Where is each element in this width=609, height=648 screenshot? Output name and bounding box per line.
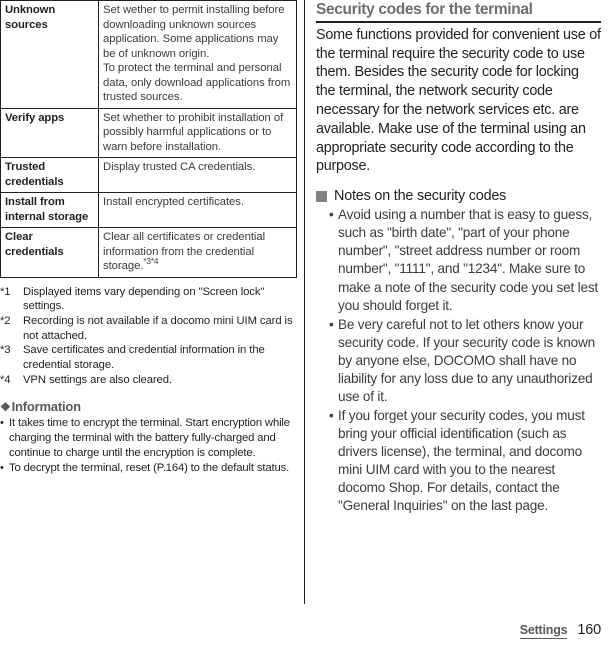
bullet-icon: • <box>0 462 4 475</box>
footer-chapter-label: Settings <box>519 623 568 639</box>
footnote-mark: *4 <box>0 373 11 386</box>
footnote-mark: *2 <box>0 315 11 328</box>
setting-description-cell: Set wether to permit installing before d… <box>98 0 297 109</box>
intro-paragraph: Some functions provided for convenient u… <box>316 26 601 175</box>
description-paragraph: Clear all certificates or credential inf… <box>103 230 292 274</box>
square-bullet-icon <box>316 190 327 202</box>
setting-name-cell: Verify apps <box>0 107 99 159</box>
description-paragraph: Install encrypted certificates. <box>103 196 244 209</box>
description-text: Clear all certificates or credential inf… <box>103 231 266 273</box>
description-paragraph: To protect the terminal and personal dat… <box>103 62 291 104</box>
footnote-text: VPN settings are also cleared. <box>23 373 172 386</box>
bullet-icon: • <box>329 408 334 424</box>
footnote-text: Recording is not available if a docomo m… <box>23 315 293 342</box>
list-item: • It takes time to encrypt the terminal.… <box>0 416 298 460</box>
setting-name-cell: Clear credentials <box>0 227 99 278</box>
footnote-mark: *3 <box>0 344 11 357</box>
table-row: Verify apps Set whether to prohibit inst… <box>0 107 297 159</box>
footnote-row: *4 VPN settings are also cleared. <box>0 373 298 388</box>
left-column: Unknown sources Set wether to permit ins… <box>0 0 298 648</box>
security-notes-list: • Avoid using a number that is easy to g… <box>316 206 601 515</box>
footnotes-list: *1 Displayed items vary depending on "Sc… <box>0 285 298 388</box>
list-item-text: If you forget your security codes, you m… <box>338 408 585 514</box>
bullet-icon: • <box>329 316 334 332</box>
footnote-text: Save certificates and credential informa… <box>23 344 265 372</box>
information-heading: ❖ Information <box>0 399 298 414</box>
subsection-heading: Notes on the security codes <box>316 188 601 204</box>
list-item-text: Avoid using a number that is easy to gue… <box>338 207 599 313</box>
setting-description-cell: Display trusted CA credentials. <box>98 157 297 194</box>
footnote-marker: *3*4 <box>143 257 159 267</box>
settings-items-table: Unknown sources Set wether to permit ins… <box>0 0 297 278</box>
bullet-icon: • <box>0 417 4 430</box>
section-title: Security codes for the terminal <box>316 0 601 23</box>
information-list: • It takes time to encrypt the terminal.… <box>0 416 298 476</box>
setting-name-cell: Trusted credentials <box>0 157 99 194</box>
footnote-row: *2 Recording is not available if a docom… <box>0 314 298 343</box>
setting-description-cell: Install encrypted certificates. <box>98 192 297 229</box>
list-item-text: To decrypt the terminal, reset (P.164) t… <box>9 462 290 475</box>
setting-name-cell: Install from internal storage <box>0 192 99 229</box>
bullet-icon: • <box>329 207 334 223</box>
page-footer: Settings 160 <box>519 622 601 639</box>
list-item: • Be very careful not to let others know… <box>329 316 601 406</box>
table-body: Unknown sources Set wether to permit ins… <box>0 0 297 278</box>
subsection-heading-label: Notes on the security codes <box>334 188 507 205</box>
footnote-row: *3 Save certificates and credential info… <box>0 343 298 372</box>
setting-description-cell: Clear all certificates or credential inf… <box>98 227 297 278</box>
setting-description-cell: Set whether to prohibit installation of … <box>98 107 297 159</box>
footnote-mark: *1 <box>0 285 11 298</box>
description-paragraph: Set wether to permit installing before d… <box>103 4 285 60</box>
table-row: Trusted credentials Display trusted CA c… <box>0 157 297 194</box>
footnote-text: Displayed items vary depending on "Scree… <box>23 285 265 313</box>
description-paragraph: Display trusted CA credentials. <box>103 161 256 174</box>
list-item-text: Be very careful not to let others know y… <box>338 316 595 404</box>
column-divider <box>304 0 305 604</box>
manual-page: Unknown sources Set wether to permit ins… <box>0 0 609 648</box>
description-paragraph: Set whether to prohibit installation of … <box>103 111 284 153</box>
diamond-bullet-icon: ❖ <box>0 400 11 415</box>
table-row: Unknown sources Set wether to permit ins… <box>0 0 297 109</box>
information-heading-label: Information <box>11 399 81 415</box>
list-item-text: It takes time to encrypt the terminal. S… <box>9 417 290 459</box>
table-row: Install from internal storage Install en… <box>0 192 297 229</box>
table-row: Clear credentials Clear all certificates… <box>0 227 297 278</box>
list-item: • Avoid using a number that is easy to g… <box>329 206 601 314</box>
list-item: • To decrypt the terminal, reset (P.164)… <box>0 461 298 476</box>
footer-page-number: 160 <box>577 622 601 638</box>
right-column: Security codes for the terminal Some fun… <box>316 0 601 517</box>
footnote-row: *1 Displayed items vary depending on "Sc… <box>0 285 298 314</box>
list-item: • If you forget your security codes, you… <box>329 407 601 515</box>
setting-name-cell: Unknown sources <box>0 0 99 109</box>
